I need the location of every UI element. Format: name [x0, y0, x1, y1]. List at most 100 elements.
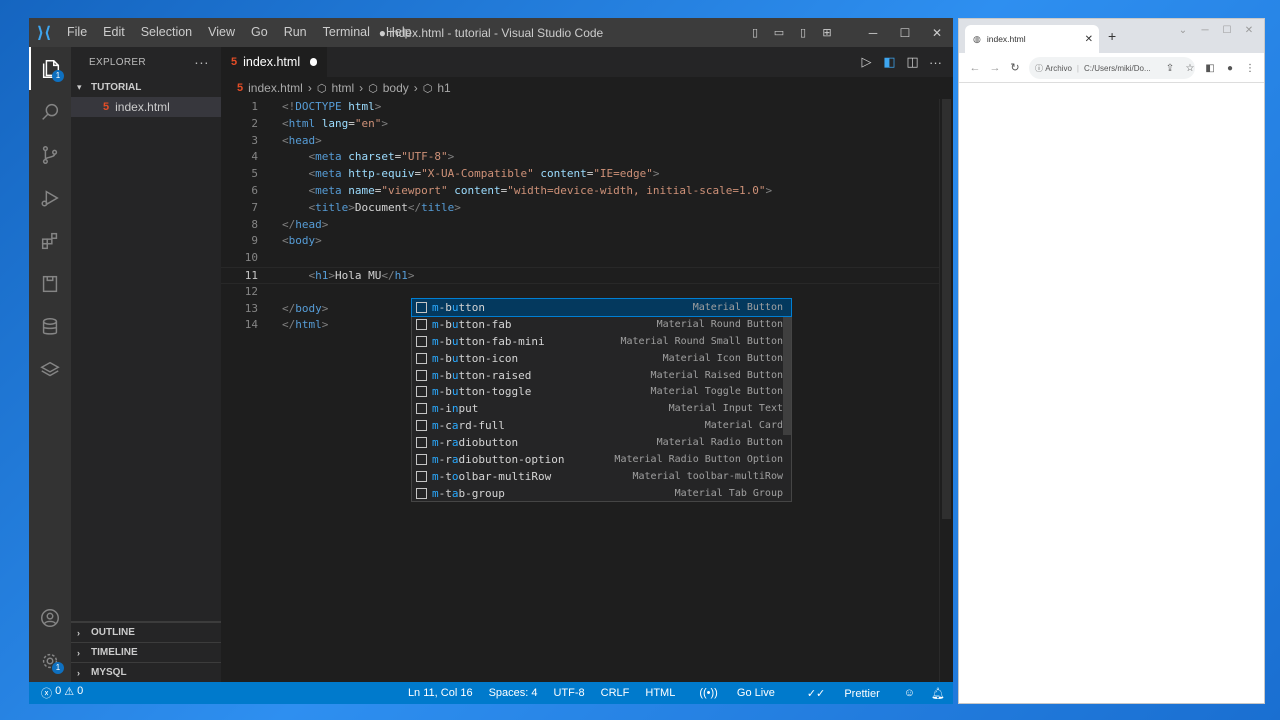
suggestion-item[interactable]: m-input Material Input Text — [412, 400, 791, 417]
vscode-logo-icon: ⟩⟨ — [36, 24, 52, 42]
breadcrumb-item[interactable]: h1 — [437, 81, 450, 95]
file-index-html[interactable]: 5 index.html — [71, 97, 221, 117]
go-live-preview-icon[interactable]: ◧ — [878, 54, 901, 70]
menu-item[interactable]: Run — [276, 18, 315, 47]
share-icon[interactable]: ⇪ — [1160, 63, 1180, 74]
accounts-icon[interactable] — [29, 596, 71, 639]
code-line[interactable]: 5 <meta http-equiv="X-UA-Compatible" con… — [221, 166, 939, 183]
more-actions-icon[interactable]: ··· — [924, 55, 947, 70]
code-line[interactable]: 9 <body> — [221, 233, 939, 250]
mysql-section[interactable]: › MYSQL — [71, 662, 221, 682]
line-number: 9 — [251, 234, 258, 248]
suggestion-detail: Material Round Button — [656, 318, 783, 330]
tab-index-html[interactable]: 5 index.html — [221, 47, 327, 77]
html5-icon: 5 — [103, 101, 110, 113]
layers-icon[interactable] — [29, 348, 71, 391]
code-line[interactable]: 10 — [221, 250, 939, 267]
toggle-sidebar-icon[interactable]: ▯ — [745, 26, 765, 39]
extensions-icon[interactable] — [29, 219, 71, 262]
suggestion-detail: Material Radio Button — [656, 437, 783, 449]
remote-explorer-icon[interactable] — [29, 262, 71, 305]
code-line[interactable]: 3 <head> — [221, 133, 939, 150]
maximize-button[interactable]: ☐ — [891, 26, 919, 40]
toggle-secondary-sidebar-icon[interactable]: ▯ — [793, 26, 813, 39]
source-control-icon[interactable] — [29, 133, 71, 176]
split-editor-icon[interactable]: ◫ — [901, 54, 924, 70]
suggestion-item[interactable]: m-tab-group Material Tab Group — [412, 485, 791, 502]
code-line[interactable]: 6 <meta name="viewport" content="width=d… — [221, 183, 939, 200]
unsaved-dot-icon[interactable] — [310, 58, 317, 66]
chrome-menu-icon[interactable]: ⋮ — [1240, 63, 1260, 74]
code-line[interactable]: 11 <h1>Hola MU</h1> — [221, 266, 939, 284]
search-icon[interactable] — [29, 90, 71, 133]
chevron-down-icon[interactable]: ⌄ — [1172, 25, 1194, 36]
suggestion-item[interactable]: m-radiobutton Material Radio Button — [412, 434, 791, 451]
suggestion-item[interactable]: m-button-toggle Material Toggle Button — [412, 383, 791, 400]
feedback-icon[interactable]: ☺ — [896, 687, 923, 699]
menu-item[interactable]: Terminal — [315, 18, 378, 47]
code-line[interactable]: 1 <!DOCTYPE html> — [221, 99, 939, 116]
code-line[interactable]: 4 <meta charset="UTF-8"> — [221, 149, 939, 166]
run-debug-icon[interactable] — [29, 176, 71, 219]
bookmark-star-icon[interactable]: ☆ — [1180, 63, 1200, 74]
code-line[interactable]: 2 <html lang="en"> — [221, 116, 939, 133]
suggestion-item[interactable]: m-button-icon Material Icon Button — [412, 350, 791, 367]
breadcrumb-item[interactable]: html — [331, 81, 354, 95]
menu-item[interactable]: Help — [378, 18, 420, 47]
code-line[interactable]: 7 <title>Document</title> — [221, 200, 939, 217]
run-icon[interactable]: ▷ — [855, 54, 878, 70]
timeline-label: TIMELINE — [91, 647, 138, 658]
profile-avatar-icon[interactable]: ● — [1220, 63, 1240, 74]
go-live-button[interactable]: ((•)) Go Live — [683, 687, 790, 699]
minimize-button[interactable]: ─ — [1194, 25, 1216, 36]
database-icon[interactable] — [29, 305, 71, 348]
prettier-button[interactable]: ✓✓ Prettier — [791, 687, 896, 700]
folder-tutorial[interactable]: ▾ TUTORIAL — [71, 77, 221, 97]
breadcrumb-item[interactable]: body — [383, 81, 409, 95]
menu-item[interactable]: Edit — [95, 18, 133, 47]
suggestion-item[interactable]: m-toolbar-multiRow Material toolbar-multi… — [412, 468, 791, 485]
menu-item[interactable]: File — [59, 18, 95, 47]
indentation[interactable]: Spaces: 4 — [481, 687, 546, 699]
cursor-position[interactable]: Ln 11, Col 16 — [400, 687, 481, 699]
editor-scrollbar[interactable] — [939, 99, 953, 682]
timeline-section[interactable]: › TIMELINE — [71, 642, 221, 662]
explorer-title: EXPLORER — [89, 56, 146, 68]
maximize-button[interactable]: ☐ — [1216, 25, 1238, 36]
outline-section[interactable]: › OUTLINE — [71, 622, 221, 642]
chrome-window-controls: ⌄ ─ ☐ ✕ — [1172, 25, 1260, 36]
back-icon[interactable]: ← — [965, 62, 985, 74]
suggestion-detail: Material Raised Button — [650, 369, 783, 381]
breadcrumb-item[interactable]: index.html — [248, 81, 303, 95]
menu-item[interactable]: Selection — [133, 18, 200, 47]
suggestion-item[interactable]: m-button Material Button — [411, 298, 792, 317]
explorer-icon[interactable]: 1 — [29, 47, 71, 90]
minimize-button[interactable]: ─ — [859, 26, 887, 40]
menu-item[interactable]: View — [200, 18, 243, 47]
notifications-bell-icon[interactable]: 🔔︎ — [923, 687, 953, 700]
suggestion-item[interactable]: m-card-full Material Card — [412, 417, 791, 434]
suggestion-item[interactable]: m-button-raised Material Raised Button — [412, 367, 791, 384]
close-button[interactable]: ✕ — [1238, 25, 1260, 36]
forward-icon[interactable]: → — [985, 62, 1005, 74]
code-text: <meta http-equiv="X-UA-Compatible" conte… — [308, 167, 660, 181]
code-line[interactable]: 8 </head> — [221, 217, 939, 234]
end-of-line[interactable]: CRLF — [593, 687, 638, 699]
suggestion-item[interactable]: m-button-fab Material Round Button — [412, 316, 791, 333]
settings-gear-icon[interactable]: 1 — [29, 639, 71, 682]
language-mode[interactable]: HTML — [637, 687, 683, 699]
close-tab-icon[interactable]: ✕ — [1085, 34, 1093, 45]
customize-layout-icon[interactable]: ⊞ — [817, 26, 837, 39]
reload-icon[interactable]: ↻ — [1005, 61, 1025, 74]
problems-indicator[interactable]: ⓧ 0 ⚠ 0 — [29, 685, 83, 701]
suggestion-item[interactable]: m-radiobutton-option Material Radio Butto… — [412, 451, 791, 468]
close-button[interactable]: ✕ — [923, 26, 951, 40]
toggle-panel-icon[interactable]: ▭ — [769, 26, 789, 39]
new-tab-icon[interactable]: + — [1108, 28, 1116, 44]
menu-item[interactable]: Go — [243, 18, 276, 47]
suggestion-item[interactable]: m-button-fab-mini Material Round Small Bu… — [412, 333, 791, 350]
side-panel-icon[interactable]: ◧ — [1200, 63, 1220, 74]
more-actions-icon[interactable]: ··· — [194, 54, 209, 70]
chrome-tab[interactable]: ◍ index.html ✕ — [965, 25, 1099, 53]
encoding[interactable]: UTF-8 — [545, 687, 592, 699]
